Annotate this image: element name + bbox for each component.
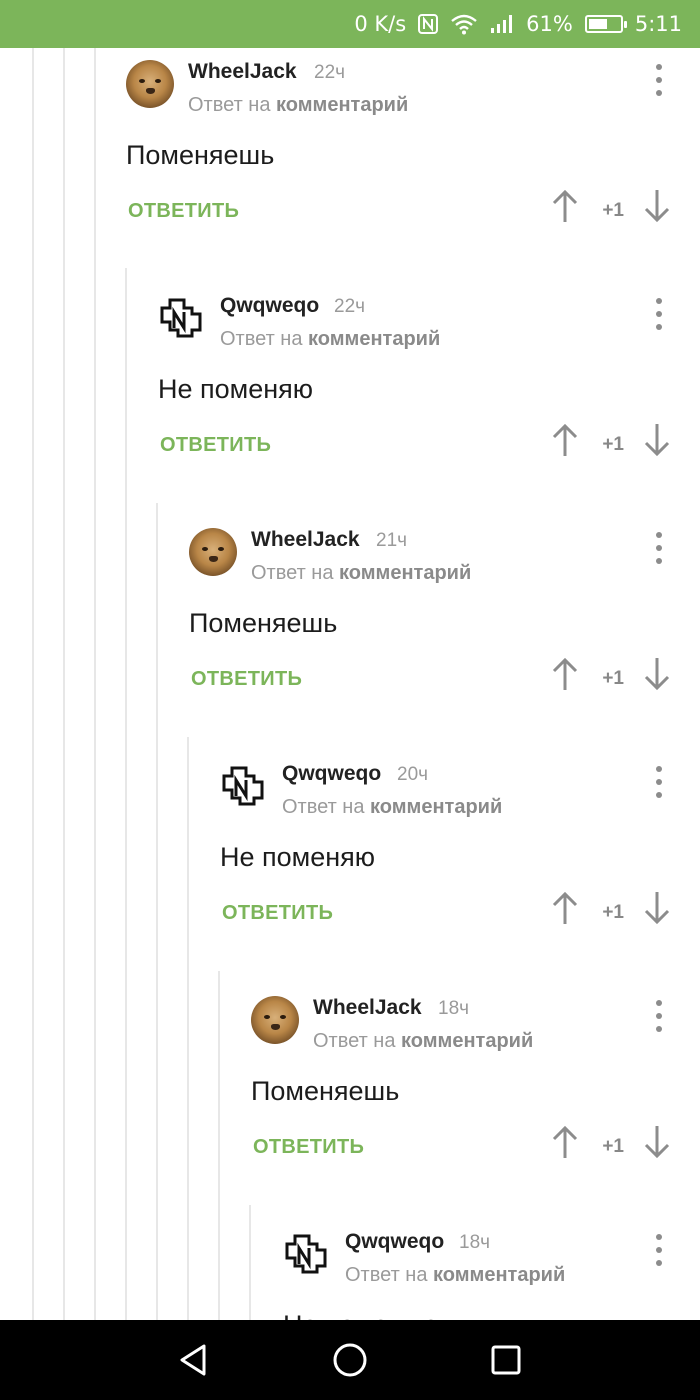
comment-text: Не поменяю	[220, 842, 376, 872]
status-bar: 0 K/s 61% 5:11	[0, 0, 700, 48]
reply-button[interactable]: ОТВЕТИТЬ	[191, 668, 302, 691]
clock: 5:11	[634, 12, 682, 36]
downvote-arrow-icon[interactable]	[642, 1124, 672, 1160]
thread-line	[125, 268, 127, 1320]
thread-line	[63, 48, 65, 1320]
comment-time: 18ч	[438, 998, 470, 1019]
downvote-arrow-icon[interactable]	[642, 890, 672, 926]
comment-time: 18ч	[459, 1232, 491, 1253]
reply-to-line: Ответ на комментарий	[345, 1264, 565, 1287]
lion-avatar[interactable]	[189, 528, 237, 576]
reply-target-link[interactable]: комментарий	[276, 94, 408, 116]
comment-author[interactable]: WheelJack	[251, 528, 360, 552]
more-options-icon[interactable]	[654, 766, 664, 798]
home-circle-icon[interactable]	[332, 1342, 368, 1378]
reply-target-link[interactable]: комментарий	[308, 328, 440, 350]
reply-prefix: Ответ на	[345, 1264, 428, 1286]
comment-author[interactable]: Qwqweqo	[220, 294, 319, 318]
upvote-arrow-icon[interactable]	[550, 188, 580, 224]
comment-time: 22ч	[334, 296, 366, 317]
downvote-arrow-icon[interactable]	[642, 188, 672, 224]
comment-text: Поменяешь	[126, 140, 275, 170]
reply-target-link[interactable]: комментарий	[339, 562, 471, 584]
comment: Qwqweqo 20ч Ответ на комментарий Не поме…	[220, 752, 700, 986]
lion-avatar[interactable]	[126, 60, 174, 108]
signal-icon	[490, 14, 514, 34]
reply-button[interactable]: ОТВЕТИТЬ	[222, 902, 333, 925]
comment-author[interactable]: Qwqweqo	[345, 1230, 444, 1254]
nfc-icon	[418, 14, 439, 34]
comment-score: +1	[602, 902, 624, 923]
comment-time: 22ч	[314, 62, 346, 83]
reply-target-link[interactable]: комментарий	[370, 796, 502, 818]
recents-square-icon[interactable]	[488, 1342, 524, 1378]
upvote-arrow-icon[interactable]	[550, 422, 580, 458]
reply-prefix: Ответ на	[282, 796, 365, 818]
thread-line	[156, 503, 158, 1320]
reply-button[interactable]: ОТВЕТИТЬ	[128, 200, 239, 223]
thread-line	[187, 737, 189, 1320]
comment-text: Поменяешь	[189, 608, 338, 638]
comment-score: +1	[602, 200, 624, 221]
comment-time: 20ч	[397, 764, 429, 785]
reply-prefix: Ответ на	[220, 328, 303, 350]
more-options-icon[interactable]	[654, 64, 664, 96]
reply-prefix: Ответ на	[188, 94, 271, 116]
battery-fill	[588, 19, 607, 29]
reply-button[interactable]: ОТВЕТИТЬ	[160, 434, 271, 457]
reply-prefix: Ответ на	[251, 562, 334, 584]
rammstein-logo-avatar[interactable]	[220, 762, 268, 810]
comment-score: +1	[602, 434, 624, 455]
lion-avatar[interactable]	[251, 996, 299, 1044]
rammstein-logo-avatar[interactable]	[158, 294, 206, 342]
reply-target-link[interactable]: комментарий	[401, 1030, 533, 1052]
upvote-arrow-icon[interactable]	[550, 890, 580, 926]
more-options-icon[interactable]	[654, 1000, 664, 1032]
thread-line	[249, 1205, 251, 1320]
comment: WheelJack 18ч Ответ на комментарий Помен…	[251, 986, 700, 1220]
thread-line	[32, 48, 34, 1320]
reply-to-line: Ответ на комментарий	[220, 328, 440, 351]
upvote-arrow-icon[interactable]	[550, 656, 580, 692]
comment-text: Не поменяю	[158, 374, 314, 404]
comment-text: Поменяешь	[251, 1076, 400, 1106]
downvote-arrow-icon[interactable]	[642, 422, 672, 458]
comment-author[interactable]: Qwqweqo	[282, 762, 381, 786]
system-nav-bar	[0, 1320, 700, 1400]
more-options-icon[interactable]	[654, 1234, 664, 1266]
reply-to-line: Ответ на комментарий	[313, 1030, 533, 1053]
thread-line	[218, 971, 220, 1320]
comment: WheelJack 22ч Ответ на комментарий Помен…	[126, 50, 700, 284]
reply-target-link[interactable]: комментарий	[433, 1264, 565, 1286]
comment-score: +1	[602, 668, 624, 689]
comment: WheelJack 21ч Ответ на комментарий Помен…	[189, 518, 700, 752]
reply-button[interactable]: ОТВЕТИТЬ	[253, 1136, 364, 1159]
downvote-arrow-icon[interactable]	[642, 656, 672, 692]
more-options-icon[interactable]	[654, 532, 664, 564]
reply-prefix: Ответ на	[313, 1030, 396, 1052]
wifi-icon	[450, 13, 478, 35]
more-options-icon[interactable]	[654, 298, 664, 330]
reply-to-line: Ответ на комментарий	[251, 562, 471, 585]
back-triangle-icon[interactable]	[176, 1342, 212, 1378]
comment-time: 21ч	[376, 530, 408, 551]
comment-score: +1	[602, 1136, 624, 1157]
comment: Qwqweqo 22ч Ответ на комментарий Не поме…	[158, 284, 700, 518]
thread-line	[94, 48, 96, 1320]
upvote-arrow-icon[interactable]	[550, 1124, 580, 1160]
reply-to-line: Ответ на комментарий	[282, 796, 502, 819]
comment-author[interactable]: WheelJack	[188, 60, 297, 84]
battery-icon	[584, 15, 627, 33]
reply-to-line: Ответ на комментарий	[188, 94, 408, 117]
rammstein-logo-avatar[interactable]	[283, 1230, 331, 1278]
battery-percent: 61%	[526, 12, 573, 36]
comment-author[interactable]: WheelJack	[313, 996, 422, 1020]
net-speed: 0 K/s	[354, 12, 407, 36]
